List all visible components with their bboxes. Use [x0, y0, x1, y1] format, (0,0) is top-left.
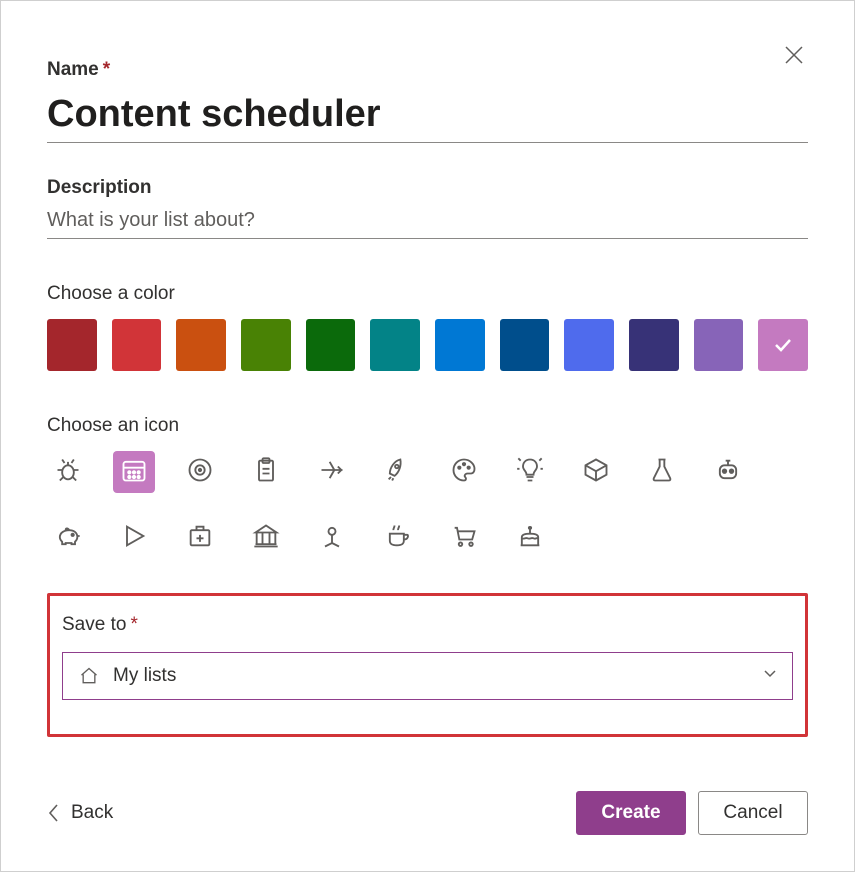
icon-option-bank-icon[interactable] — [245, 517, 287, 559]
name-label-text: Name — [47, 59, 99, 80]
create-list-dialog: Name* Description Choose a color Choose … — [0, 0, 855, 872]
icon-option-piggybank-icon[interactable] — [47, 517, 89, 559]
check-icon — [771, 333, 795, 357]
cube-icon — [582, 456, 610, 489]
icon-option-airplane-icon[interactable] — [311, 451, 353, 493]
name-input[interactable] — [47, 81, 808, 143]
description-input[interactable] — [47, 199, 808, 239]
palette-icon — [450, 456, 478, 489]
dialog-footer: Back Create Cancel — [47, 791, 808, 835]
icon-option-clipboard-icon[interactable] — [245, 451, 287, 493]
color-blue[interactable] — [564, 319, 614, 371]
beaker-icon — [648, 456, 676, 489]
choose-color-label: Choose a color — [47, 283, 808, 305]
icon-option-cart-icon[interactable] — [443, 517, 485, 559]
icon-option-mappin-icon[interactable] — [311, 517, 353, 559]
back-label: Back — [71, 802, 113, 824]
create-button[interactable]: Create — [576, 791, 686, 835]
mappin-icon — [318, 522, 346, 555]
medical-icon — [186, 522, 214, 555]
icon-option-coffee-icon[interactable] — [377, 517, 419, 559]
choose-icon-label: Choose an icon — [47, 415, 808, 437]
icon-option-bug-icon[interactable] — [47, 451, 89, 493]
save-to-dropdown[interactable]: My lists — [62, 652, 793, 700]
close-icon — [785, 46, 803, 64]
bug-icon — [54, 456, 82, 489]
name-field: Name* — [47, 59, 808, 143]
save-to-value: My lists — [113, 665, 762, 687]
color-pink[interactable] — [758, 319, 808, 371]
piggybank-icon — [54, 522, 82, 555]
icon-option-cube-icon[interactable] — [575, 451, 617, 493]
rocket-icon — [384, 456, 412, 489]
icon-option-calendar-icon[interactable] — [113, 451, 155, 493]
icon-option-cake-icon[interactable] — [509, 517, 551, 559]
chevron-down-icon — [762, 665, 778, 687]
color-dark-green[interactable] — [306, 319, 356, 371]
bank-icon — [252, 522, 280, 555]
icon-option-rocket-icon[interactable] — [377, 451, 419, 493]
color-cyan[interactable] — [435, 319, 485, 371]
chevron-left-icon — [47, 802, 61, 824]
icon-option-target-icon[interactable] — [179, 451, 221, 493]
lightbulb-icon — [516, 456, 544, 489]
color-purple[interactable] — [694, 319, 744, 371]
home-icon — [77, 666, 101, 686]
color-green[interactable] — [241, 319, 291, 371]
color-red[interactable] — [112, 319, 162, 371]
coffee-icon — [384, 522, 412, 555]
play-icon — [120, 522, 148, 555]
icon-option-robot-icon[interactable] — [707, 451, 749, 493]
icon-option-play-icon[interactable] — [113, 517, 155, 559]
color-dark-red[interactable] — [47, 319, 97, 371]
color-orange[interactable] — [176, 319, 226, 371]
calendar-icon — [120, 456, 148, 489]
color-dark-blue[interactable] — [500, 319, 550, 371]
robot-icon — [714, 456, 742, 489]
icon-option-medical-icon[interactable] — [179, 517, 221, 559]
clipboard-icon — [252, 456, 280, 489]
cart-icon — [450, 522, 478, 555]
color-teal[interactable] — [370, 319, 420, 371]
icon-option-lightbulb-icon[interactable] — [509, 451, 551, 493]
color-options — [47, 319, 808, 371]
required-indicator: * — [130, 614, 137, 635]
save-to-section: Save to* My lists — [47, 593, 808, 737]
description-label: Description — [47, 177, 808, 199]
close-button[interactable] — [780, 41, 808, 69]
airplane-icon — [318, 456, 346, 489]
icon-option-beaker-icon[interactable] — [641, 451, 683, 493]
save-to-label: Save to* — [62, 614, 793, 636]
cake-icon — [516, 522, 544, 555]
description-field: Description — [47, 177, 808, 239]
required-indicator: * — [103, 59, 110, 80]
color-indigo[interactable] — [629, 319, 679, 371]
cancel-button[interactable]: Cancel — [698, 791, 808, 835]
icon-options — [47, 451, 808, 559]
save-to-label-text: Save to — [62, 614, 126, 635]
icon-option-palette-icon[interactable] — [443, 451, 485, 493]
back-button[interactable]: Back — [47, 802, 113, 824]
name-label: Name* — [47, 59, 808, 81]
target-icon — [186, 456, 214, 489]
